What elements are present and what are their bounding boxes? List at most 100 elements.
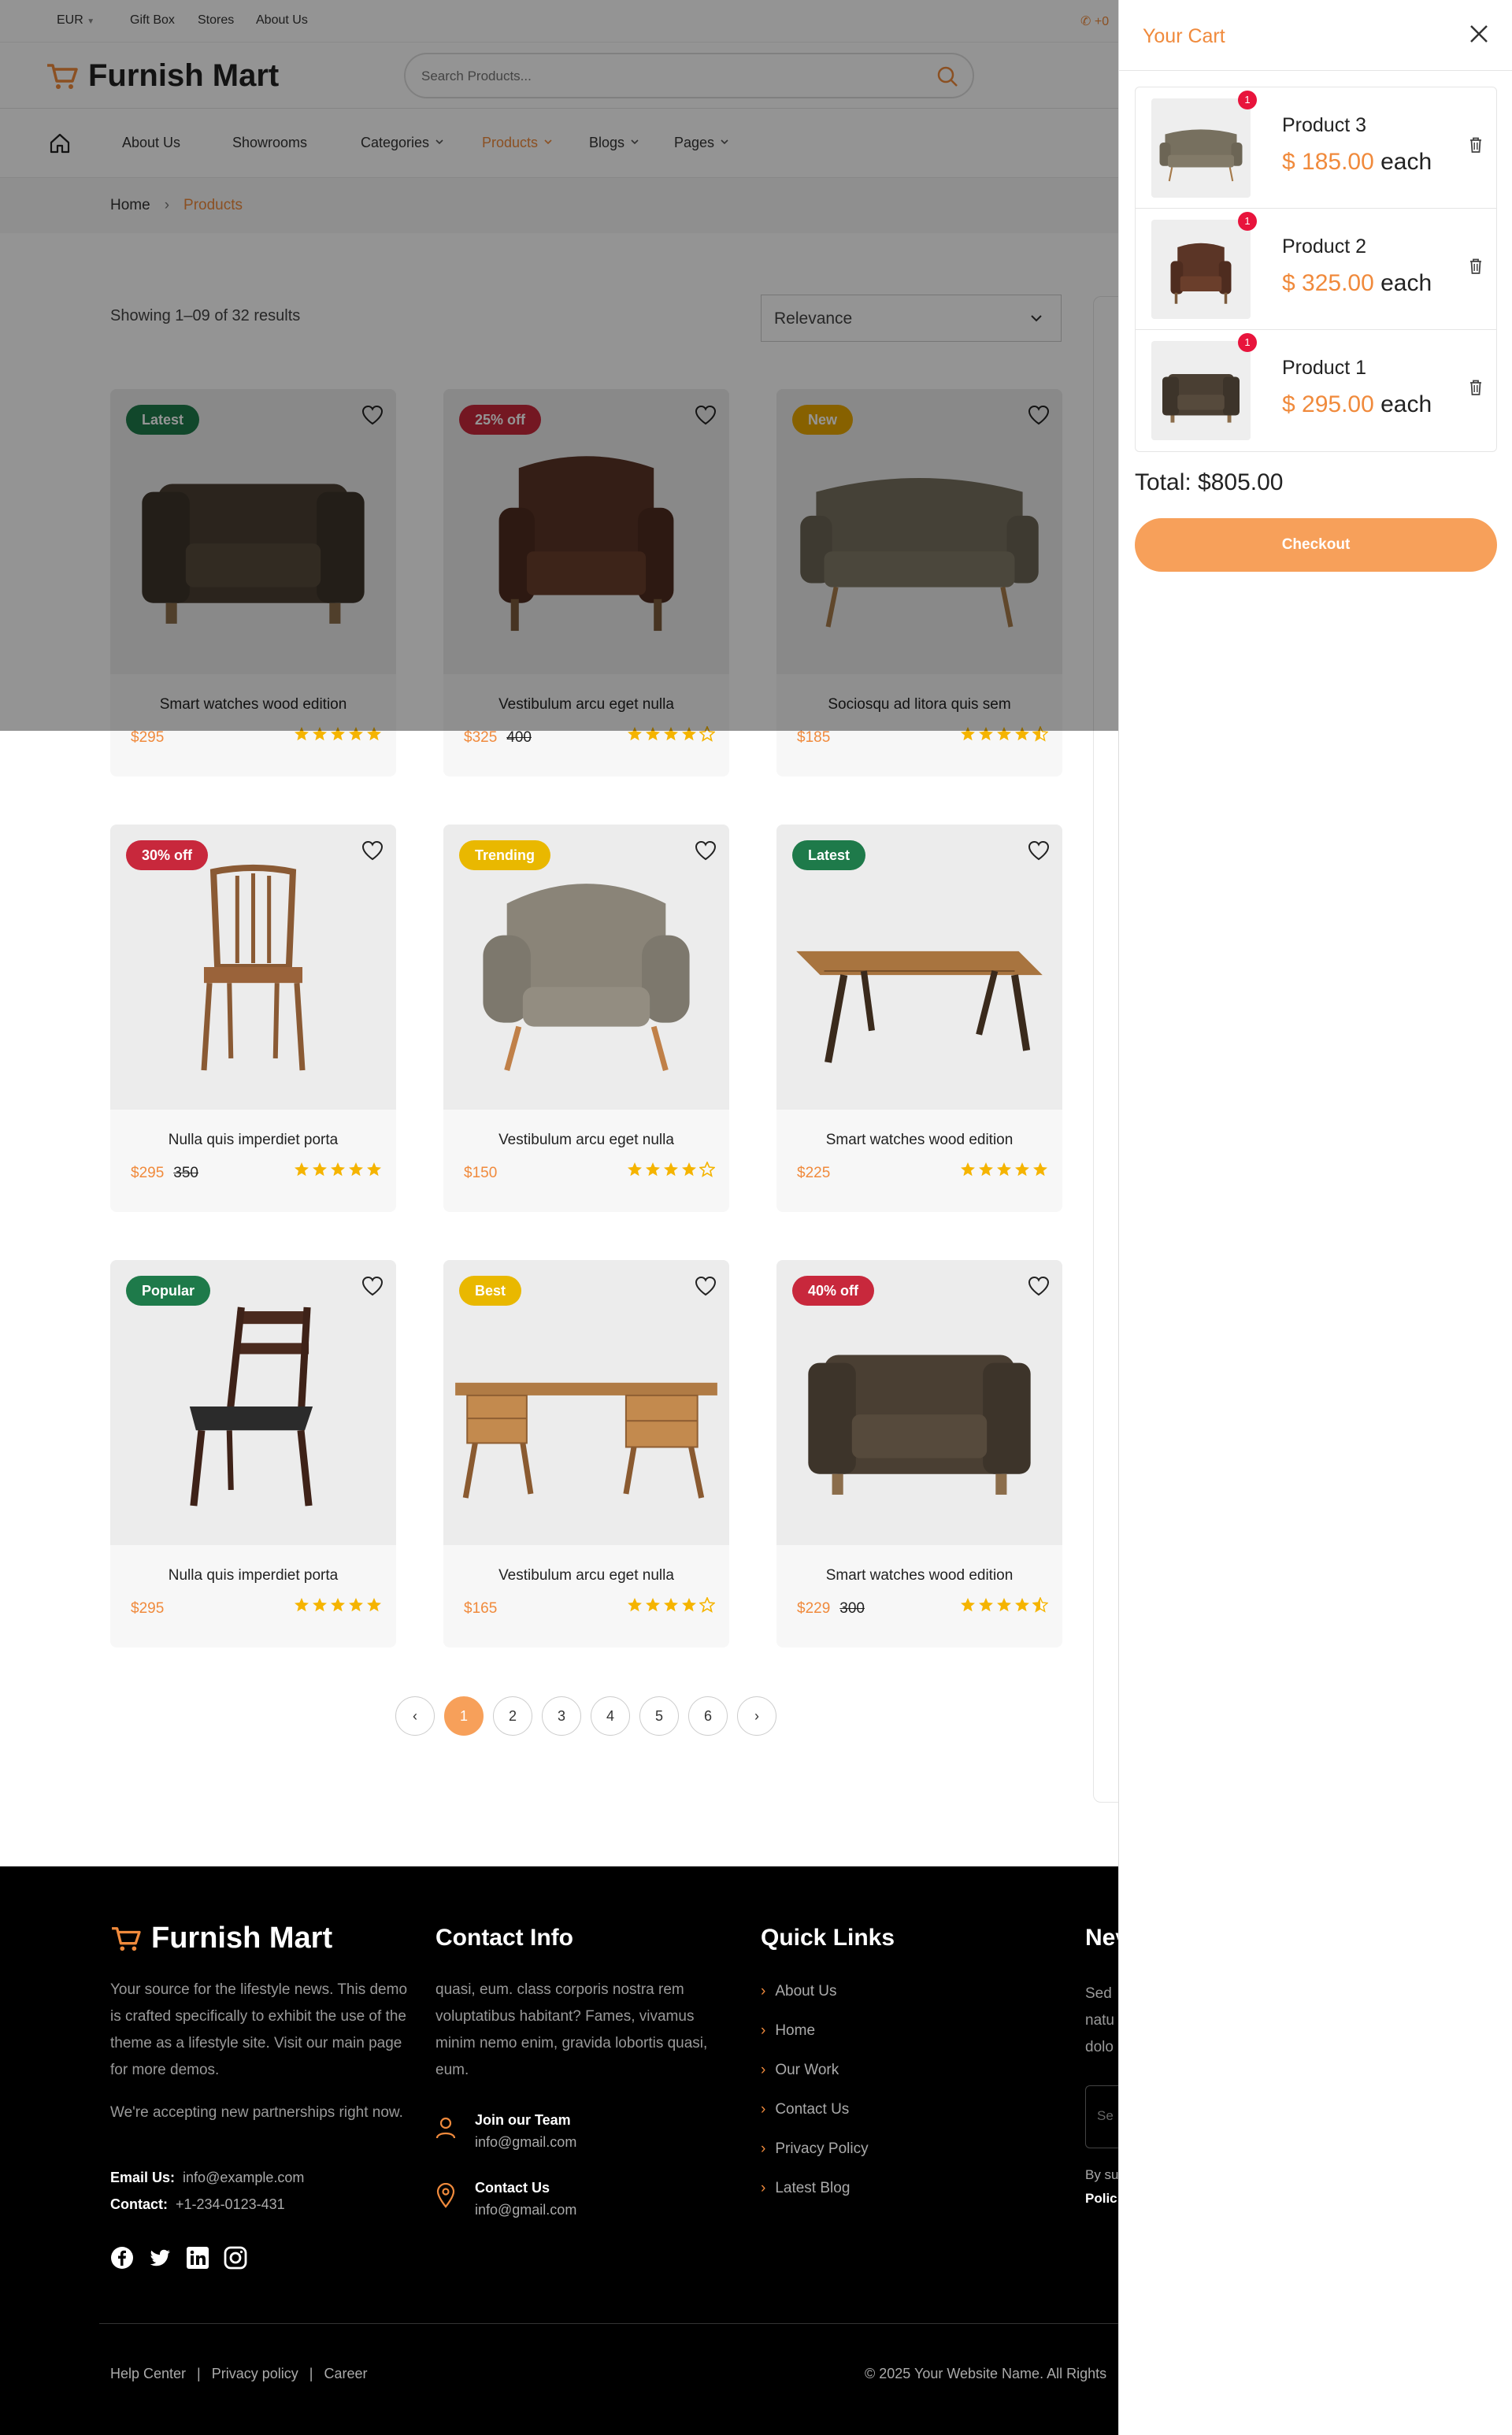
heart-icon[interactable]: [1028, 840, 1050, 861]
separator: |: [309, 2366, 313, 2381]
quick-link[interactable]: › Our Work: [761, 2062, 839, 2079]
product-card[interactable]: Best Vestibulum arcu eget nulla $165: [443, 1260, 729, 1647]
product-badge: Best: [459, 1276, 522, 1306]
contact-us-email[interactable]: info@gmail.com: [475, 2202, 576, 2218]
twitter-icon[interactable]: [148, 2246, 172, 2270]
page-button[interactable]: 4: [591, 1696, 630, 1736]
footer-about: Your source for the lifestyle news. This…: [110, 1981, 408, 2078]
quick-link-label: Our Work: [775, 2062, 839, 2078]
quick-link[interactable]: › Latest Blog: [761, 2180, 850, 2197]
quick-link-label: About Us: [775, 1983, 837, 2000]
copyright: © 2025 Your Website Name. All Rights: [865, 2366, 1107, 2381]
contact-value[interactable]: +1-234-0123-431: [176, 2196, 285, 2212]
star-icon: [313, 1598, 327, 1612]
privacy-policy-link[interactable]: Privacy policy: [212, 2366, 298, 2382]
star-icon: [699, 1162, 715, 1177]
heart-icon[interactable]: [695, 840, 717, 861]
cart-title: Your Cart: [1143, 25, 1225, 47]
product-card[interactable]: 40% off Smart watches wood edition $229 3…: [776, 1260, 1062, 1647]
star-icon: [349, 1598, 363, 1612]
quick-link[interactable]: › Home: [761, 2022, 815, 2040]
product-badge: 30% off: [126, 840, 209, 870]
product-price: $295: [131, 729, 164, 747]
rating-stars: [960, 1162, 1048, 1177]
newsletter-policy-link[interactable]: Polic: [1085, 2191, 1117, 2207]
star-icon: [313, 1162, 327, 1177]
rating-stars: [627, 1162, 715, 1177]
star-icon: [646, 1162, 660, 1177]
linkedin-icon[interactable]: [186, 2246, 209, 2270]
page-button[interactable]: 6: [688, 1696, 728, 1736]
trash-icon[interactable]: [1468, 379, 1484, 396]
cart-item-each: each: [1380, 149, 1432, 175]
page-button[interactable]: 5: [639, 1696, 679, 1736]
quick-link-label: Home: [775, 2022, 816, 2039]
star-icon: [682, 1162, 696, 1177]
price-current: $150: [464, 1165, 498, 1181]
user-icon: [435, 2117, 456, 2139]
star-icon: [979, 1598, 993, 1612]
footer-bottom-links: Help Center | Privacy policy | Career: [110, 2366, 367, 2382]
footer-partnerships: We're accepting new partnerships right n…: [110, 2104, 403, 2121]
cart-item: 1 Product 3 $ 185.00 each: [1136, 87, 1496, 209]
price-current: $229: [797, 1600, 831, 1617]
facebook-icon[interactable]: [110, 2246, 134, 2270]
star-icon: [295, 1598, 309, 1612]
modal-backdrop[interactable]: [0, 0, 1118, 731]
cart-items: 1 Product 3 $ 185.00 each 1 Product 2 $ …: [1135, 87, 1497, 452]
instagram-icon[interactable]: [224, 2246, 247, 2270]
product-card[interactable]: 30% off Nulla quis imperdiet porta $295 3…: [110, 825, 396, 1212]
star-icon: [997, 1598, 1011, 1612]
footer-logo[interactable]: Furnish Mart: [110, 1922, 332, 1955]
quick-link-label: Latest Blog: [775, 2180, 850, 2196]
product-card[interactable]: Trending Vestibulum arcu eget nulla $150: [443, 825, 729, 1212]
price-old: 300: [839, 1600, 865, 1617]
product-price: $295 350: [131, 1165, 198, 1182]
quick-link[interactable]: › Contact Us: [761, 2101, 849, 2118]
product-title[interactable]: Vestibulum arcu eget nulla: [443, 1567, 729, 1584]
page-button[interactable]: 3: [542, 1696, 581, 1736]
heart-icon[interactable]: [361, 1276, 384, 1296]
checkout-button[interactable]: Checkout: [1135, 518, 1497, 572]
product-title[interactable]: Smart watches wood edition: [776, 1567, 1062, 1584]
star-icon: [961, 1598, 975, 1612]
heart-icon[interactable]: [1028, 1276, 1050, 1296]
quick-link-label: Contact Us: [775, 2101, 850, 2118]
quick-link[interactable]: › Privacy Policy: [761, 2140, 869, 2158]
career-link[interactable]: Career: [324, 2366, 367, 2382]
star-icon: [367, 1598, 381, 1612]
quick-link[interactable]: › About Us: [761, 1983, 836, 2000]
footer-contact: Contact: +1-234-0123-431: [110, 2196, 285, 2213]
star-icon: [331, 1162, 345, 1177]
email-value[interactable]: info@example.com: [183, 2170, 304, 2185]
newsletter-consent: By su: [1085, 2167, 1119, 2182]
heart-icon[interactable]: [695, 1276, 717, 1296]
star-icon: [1032, 1597, 1048, 1613]
cart-item-each: each: [1380, 391, 1432, 417]
product-card[interactable]: Latest Smart watches wood edition $225: [776, 825, 1062, 1212]
heart-icon[interactable]: [361, 840, 384, 861]
next-page-button[interactable]: ›: [737, 1696, 776, 1736]
join-team-email[interactable]: info@gmail.com: [475, 2134, 576, 2151]
star-icon: [295, 1162, 309, 1177]
trash-icon[interactable]: [1468, 136, 1484, 154]
trash-icon[interactable]: [1468, 258, 1484, 275]
prev-page-button[interactable]: ‹: [395, 1696, 435, 1736]
star-icon: [979, 1162, 993, 1177]
star-icon: [1033, 1162, 1047, 1177]
page-button[interactable]: 2: [493, 1696, 532, 1736]
close-icon[interactable]: [1469, 24, 1489, 44]
product-title[interactable]: Smart watches wood edition: [776, 1132, 1062, 1149]
page-button[interactable]: 1: [444, 1696, 484, 1736]
product-card[interactable]: Popular Nulla quis imperdiet porta $295: [110, 1260, 396, 1647]
cart-header: Your Cart: [1119, 0, 1512, 71]
product-title[interactable]: Nulla quis imperdiet porta: [110, 1567, 396, 1584]
price-current: $185: [797, 729, 831, 746]
product-title[interactable]: Nulla quis imperdiet porta: [110, 1132, 396, 1149]
contact-us-title: Contact Us: [475, 2180, 550, 2196]
newsletter-line: natu: [1085, 2012, 1114, 2029]
help-center-link[interactable]: Help Center: [110, 2366, 186, 2382]
product-price: $225: [797, 1165, 830, 1182]
product-title[interactable]: Vestibulum arcu eget nulla: [443, 1132, 729, 1149]
star-icon: [664, 1598, 678, 1612]
